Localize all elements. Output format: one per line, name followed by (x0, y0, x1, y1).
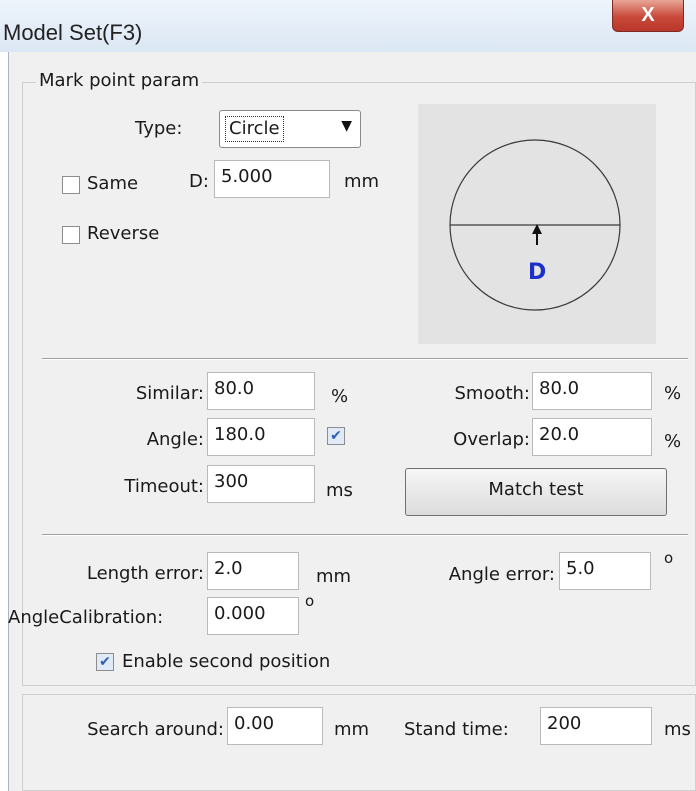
type-select[interactable]: Circle ▼ (219, 110, 361, 148)
overlap-label: Overlap: (453, 429, 530, 450)
stand-time-unit: ms (664, 719, 691, 740)
shape-preview: D (418, 104, 656, 344)
title-bar: Model Set(F3) X (0, 0, 696, 52)
length-error-label: Length error: (86, 563, 204, 584)
smooth-label: Smooth: (454, 383, 530, 404)
angle-label: Angle: (146, 429, 204, 450)
search-around-unit: mm (334, 719, 370, 740)
angle-error-unit: o (664, 549, 674, 567)
circle-diagram (449, 139, 621, 311)
type-label: Type: (135, 118, 183, 139)
enable-second-checkbox[interactable]: ✔ (96, 653, 114, 671)
diameter-label: D (528, 260, 547, 285)
close-icon: X (641, 4, 655, 26)
window-title: Model Set(F3) (3, 20, 143, 45)
angle-error-label: Angle error: (448, 564, 555, 585)
reverse-checkbox[interactable] (62, 226, 80, 244)
d-unit: mm (344, 171, 380, 192)
overlap-unit: % (664, 431, 682, 452)
enable-second-label: Enable second position (122, 651, 331, 672)
timeout-label: Timeout: (124, 476, 204, 497)
angle-error-input[interactable]: 5.0 (559, 552, 651, 590)
angle-calibration-unit: o (305, 592, 315, 610)
close-button[interactable]: X (612, 0, 684, 32)
same-checkbox[interactable] (62, 176, 80, 194)
mark-point-group-label: Mark point param (36, 70, 203, 91)
stand-time-input[interactable]: 200 (540, 707, 652, 745)
timeout-input[interactable]: 300 (207, 465, 315, 503)
similar-unit: % (331, 386, 349, 407)
chevron-down-icon: ▼ (341, 118, 352, 134)
similar-input[interactable]: 80.0 (207, 372, 315, 410)
length-error-input[interactable]: 2.0 (207, 552, 299, 590)
overlap-input[interactable]: 20.0 (532, 418, 652, 456)
angle-checkbox[interactable]: ✔ (327, 427, 345, 445)
smooth-input[interactable]: 80.0 (532, 372, 652, 410)
checkmark-icon: ✔ (330, 428, 342, 444)
reverse-label: Reverse (87, 223, 160, 244)
d-label: D: (189, 171, 209, 192)
angle-calibration-input[interactable]: 0.000 (207, 597, 299, 635)
match-test-button[interactable]: Match test (405, 468, 667, 516)
stand-time-label: Stand time: (404, 719, 509, 740)
timeout-unit: ms (326, 480, 353, 501)
checkmark-icon: ✔ (99, 654, 111, 670)
type-selected-value: Circle (225, 116, 284, 142)
length-error-unit: mm (316, 566, 352, 587)
angle-calibration-label: AngleCalibration: (8, 607, 164, 628)
similar-label: Similar: (135, 383, 204, 404)
same-label: Same (87, 173, 139, 194)
angle-input[interactable]: 180.0 (207, 418, 315, 456)
d-input[interactable]: 5.000 (214, 160, 330, 198)
smooth-unit: % (664, 383, 682, 404)
search-around-input[interactable]: 0.00 (227, 707, 323, 745)
search-around-label: Search around: (87, 719, 224, 740)
